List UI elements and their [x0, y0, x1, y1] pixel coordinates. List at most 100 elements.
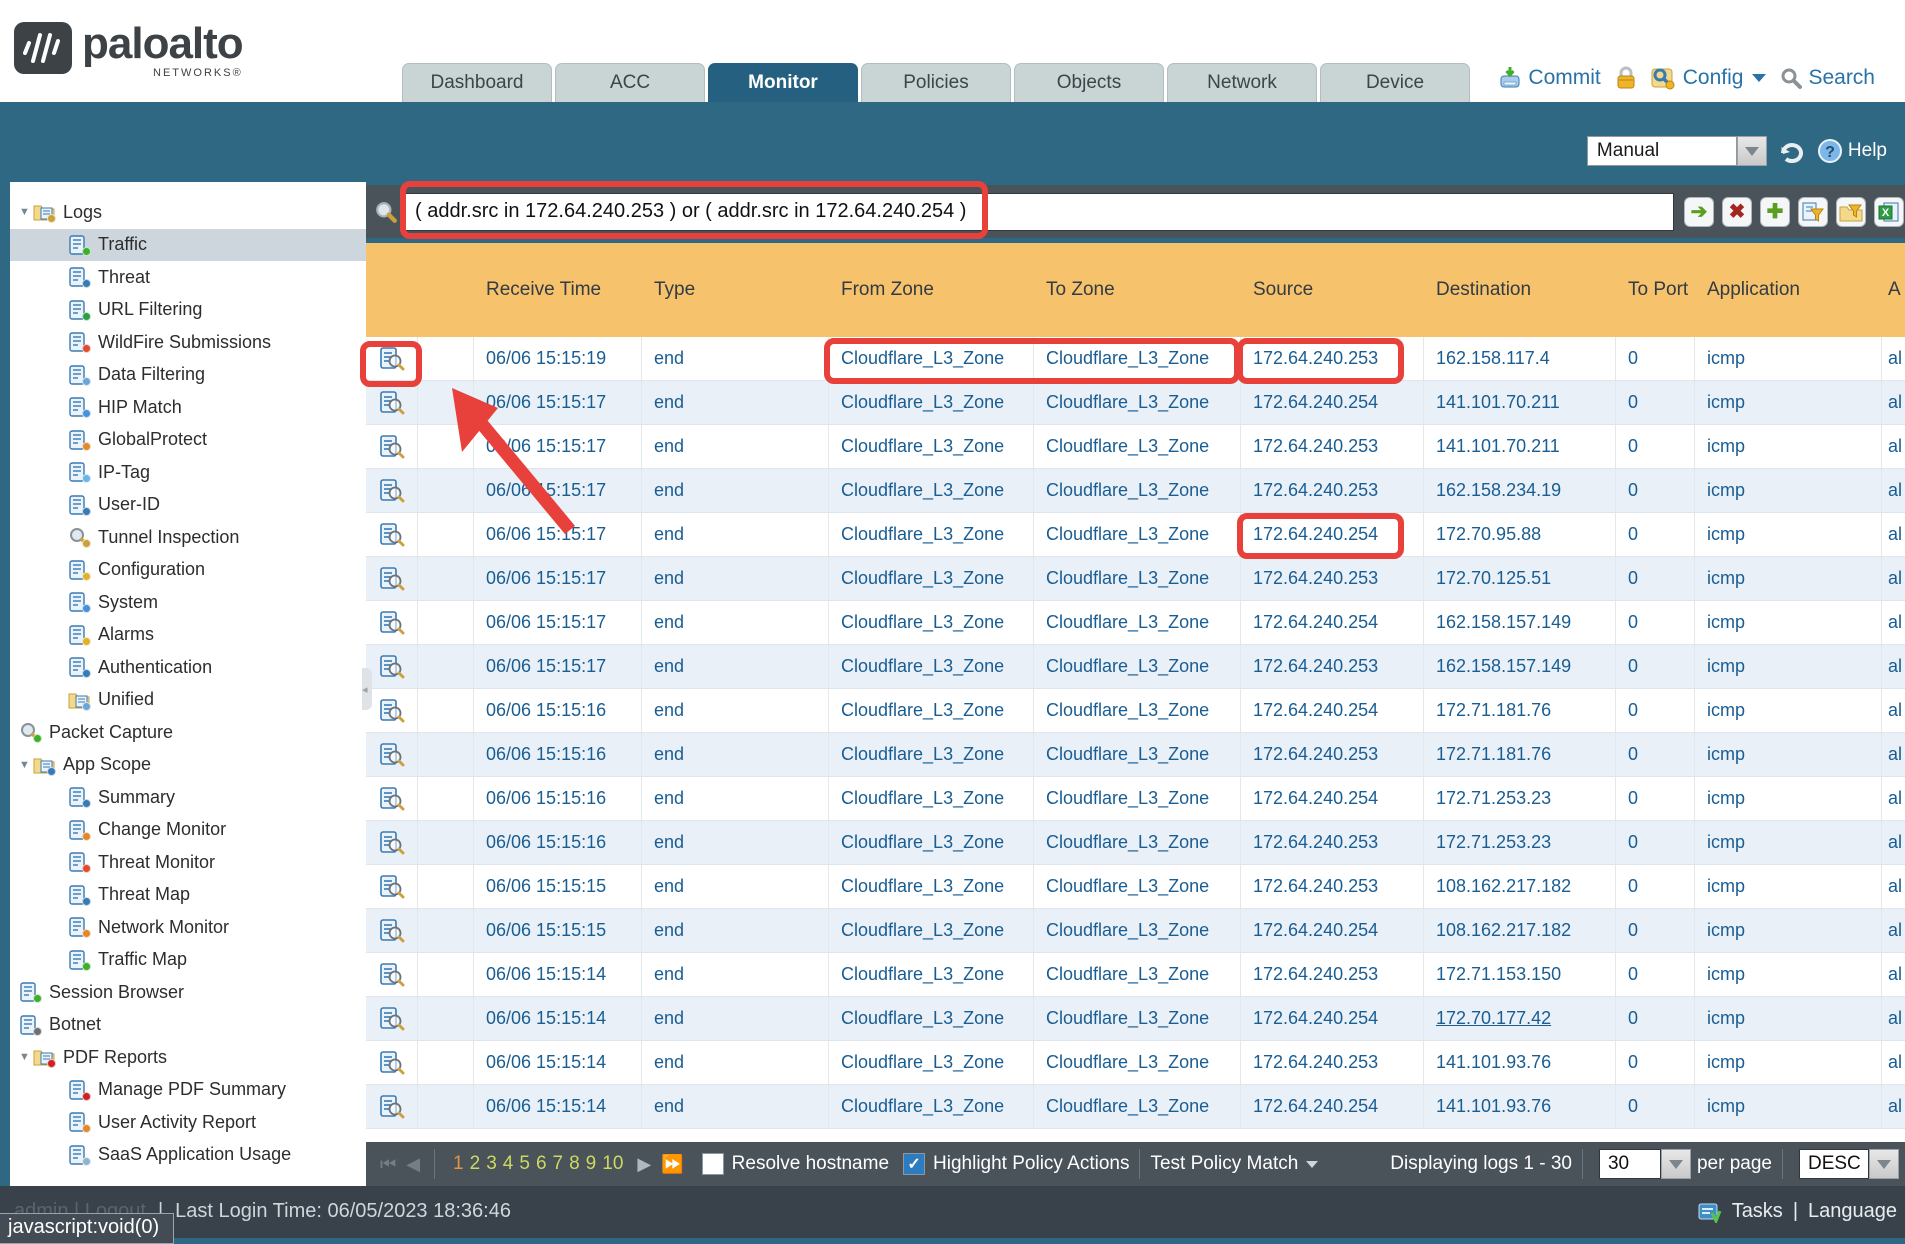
application-cell[interactable]: icmp [1695, 557, 1882, 600]
source-cell[interactable]: 172.64.240.253 [1241, 425, 1424, 468]
tab-acc[interactable]: ACC [555, 63, 705, 102]
from-zone-cell[interactable]: Cloudflare_L3_Zone [829, 557, 1034, 600]
log-detail-icon[interactable] [379, 698, 405, 724]
sidebar-item-summary[interactable]: Summary [10, 781, 366, 814]
to-zone-cell[interactable]: Cloudflare_L3_Zone [1034, 865, 1241, 908]
log-detail-icon[interactable] [379, 918, 405, 944]
to-zone-cell[interactable]: Cloudflare_L3_Zone [1034, 601, 1241, 644]
source-cell[interactable]: 172.64.240.253 [1241, 469, 1424, 512]
source-cell[interactable]: 172.64.240.253 [1241, 645, 1424, 688]
table-row[interactable]: 06/06 15:15:17 end Cloudflare_L3_Zone Cl… [366, 601, 1905, 645]
application-cell[interactable]: icmp [1695, 513, 1882, 556]
to-zone-cell[interactable]: Cloudflare_L3_Zone [1034, 469, 1241, 512]
from-zone-cell[interactable]: Cloudflare_L3_Zone [829, 733, 1034, 776]
log-detail-icon[interactable] [379, 390, 405, 416]
first-page-button[interactable]: ⏮ [380, 1154, 394, 1175]
commit-button[interactable]: Commit [1498, 66, 1600, 90]
table-row[interactable]: 06/06 15:15:16 end Cloudflare_L3_Zone Cl… [366, 689, 1905, 733]
destination-cell[interactable]: 172.71.253.23 [1424, 777, 1616, 820]
page-number-2[interactable]: 2 [470, 1153, 481, 1175]
sidebar-item-saas-application-usage[interactable]: SaaS Application Usage [10, 1139, 366, 1172]
table-row[interactable]: 06/06 15:15:16 end Cloudflare_L3_Zone Cl… [366, 821, 1905, 865]
log-detail-cell[interactable] [366, 645, 418, 688]
source-cell[interactable]: 172.64.240.253 [1241, 865, 1424, 908]
sidebar-item-system[interactable]: System [10, 586, 366, 619]
destination-cell[interactable]: 172.71.181.76 [1424, 733, 1616, 776]
sidebar-item-alarms[interactable]: Alarms [10, 619, 366, 652]
sidebar-item-threat-map[interactable]: Threat Map [10, 879, 366, 912]
log-detail-cell[interactable] [366, 953, 418, 996]
sidebar-item-authentication[interactable]: Authentication [10, 651, 366, 684]
sidebar-item-hip-match[interactable]: HIP Match [10, 391, 366, 424]
export-csv-button[interactable]: X [1874, 197, 1904, 227]
sidebar-item-tunnel-inspection[interactable]: Tunnel Inspection [10, 521, 366, 554]
sidebar-collapse-handle[interactable]: ◂ [362, 668, 372, 710]
destination-cell[interactable]: 172.70.177.42 [1424, 997, 1616, 1040]
sidebar-item-logs[interactable]: ▼Logs [10, 196, 366, 229]
page-number-1[interactable]: 1 [453, 1153, 464, 1175]
col-receive-time[interactable]: Receive Time [474, 243, 642, 337]
log-filter-input[interactable] [402, 193, 1674, 231]
sidebar-item-url-filtering[interactable]: URL Filtering [10, 294, 366, 327]
from-zone-cell[interactable]: Cloudflare_L3_Zone [829, 821, 1034, 864]
page-number-3[interactable]: 3 [486, 1153, 497, 1175]
application-cell[interactable]: icmp [1695, 1085, 1882, 1128]
destination-cell[interactable]: 162.158.157.149 [1424, 645, 1616, 688]
log-detail-cell[interactable] [366, 997, 418, 1040]
col-to-port[interactable]: To Port [1616, 243, 1695, 337]
table-row[interactable]: 06/06 15:15:17 end Cloudflare_L3_Zone Cl… [366, 381, 1905, 425]
sidebar-item-packet-capture[interactable]: Packet Capture [10, 716, 366, 749]
application-cell[interactable]: icmp [1695, 469, 1882, 512]
application-cell[interactable]: icmp [1695, 733, 1882, 776]
from-zone-cell[interactable]: Cloudflare_L3_Zone [829, 777, 1034, 820]
test-policy-match-button[interactable]: Test Policy Match [1150, 1153, 1318, 1175]
from-zone-cell[interactable]: Cloudflare_L3_Zone [829, 337, 1034, 380]
destination-cell[interactable]: 141.101.93.76 [1424, 1041, 1616, 1084]
sidebar-item-botnet[interactable]: Botnet [10, 1009, 366, 1042]
sort-order-dropdown-button[interactable] [1869, 1149, 1899, 1179]
destination-cell[interactable]: 141.101.93.76 [1424, 1085, 1616, 1128]
from-zone-cell[interactable]: Cloudflare_L3_Zone [829, 997, 1034, 1040]
page-number-8[interactable]: 8 [569, 1153, 580, 1175]
last-page-button[interactable]: ⏩ [661, 1154, 681, 1175]
log-detail-cell[interactable] [366, 469, 418, 512]
sidebar-item-data-filtering[interactable]: Data Filtering [10, 359, 366, 392]
tab-policies[interactable]: Policies [861, 63, 1011, 102]
page-number-7[interactable]: 7 [553, 1153, 564, 1175]
destination-cell[interactable]: 172.70.95.88 [1424, 513, 1616, 556]
sidebar-item-app-scope[interactable]: ▼App Scope [10, 749, 366, 782]
tab-device[interactable]: Device [1320, 63, 1470, 102]
log-detail-icon[interactable] [379, 346, 405, 372]
per-page-select[interactable]: 30 [1599, 1149, 1691, 1179]
log-detail-icon[interactable] [379, 566, 405, 592]
to-zone-cell[interactable]: Cloudflare_L3_Zone [1034, 997, 1241, 1040]
sidebar-item-unified[interactable]: Unified [10, 684, 366, 717]
page-number-4[interactable]: 4 [503, 1153, 514, 1175]
table-row[interactable]: 06/06 15:15:16 end Cloudflare_L3_Zone Cl… [366, 777, 1905, 821]
source-cell[interactable]: 172.64.240.253 [1241, 821, 1424, 864]
from-zone-cell[interactable]: Cloudflare_L3_Zone [829, 1041, 1034, 1084]
clear-filter-button[interactable]: ✖ [1722, 197, 1752, 227]
col-action-cut[interactable]: A [1882, 243, 1905, 337]
sidebar-item-user-activity-report[interactable]: User Activity Report [10, 1106, 366, 1139]
page-number-9[interactable]: 9 [586, 1153, 597, 1175]
from-zone-cell[interactable]: Cloudflare_L3_Zone [829, 425, 1034, 468]
tasks-link[interactable]: Tasks [1732, 1200, 1783, 1223]
application-cell[interactable]: icmp [1695, 645, 1882, 688]
sidebar-item-traffic-map[interactable]: Traffic Map [10, 944, 366, 977]
table-row[interactable]: 06/06 15:15:17 end Cloudflare_L3_Zone Cl… [366, 469, 1905, 513]
from-zone-cell[interactable]: Cloudflare_L3_Zone [829, 689, 1034, 732]
application-cell[interactable]: icmp [1695, 601, 1882, 644]
to-zone-cell[interactable]: Cloudflare_L3_Zone [1034, 689, 1241, 732]
to-zone-cell[interactable]: Cloudflare_L3_Zone [1034, 381, 1241, 424]
sidebar-item-manage-pdf-summary[interactable]: Manage PDF Summary [10, 1074, 366, 1107]
destination-cell[interactable]: 108.162.217.182 [1424, 909, 1616, 952]
from-zone-cell[interactable]: Cloudflare_L3_Zone [829, 1085, 1034, 1128]
source-cell[interactable]: 172.64.240.253 [1241, 1041, 1424, 1084]
table-row[interactable]: 06/06 15:15:17 end Cloudflare_L3_Zone Cl… [366, 645, 1905, 689]
from-zone-cell[interactable]: Cloudflare_L3_Zone [829, 601, 1034, 644]
sidebar-item-threat[interactable]: Threat [10, 261, 366, 294]
filter-builder-button[interactable] [1798, 197, 1828, 227]
col-type[interactable]: Type [642, 243, 829, 337]
page-number-6[interactable]: 6 [536, 1153, 547, 1175]
